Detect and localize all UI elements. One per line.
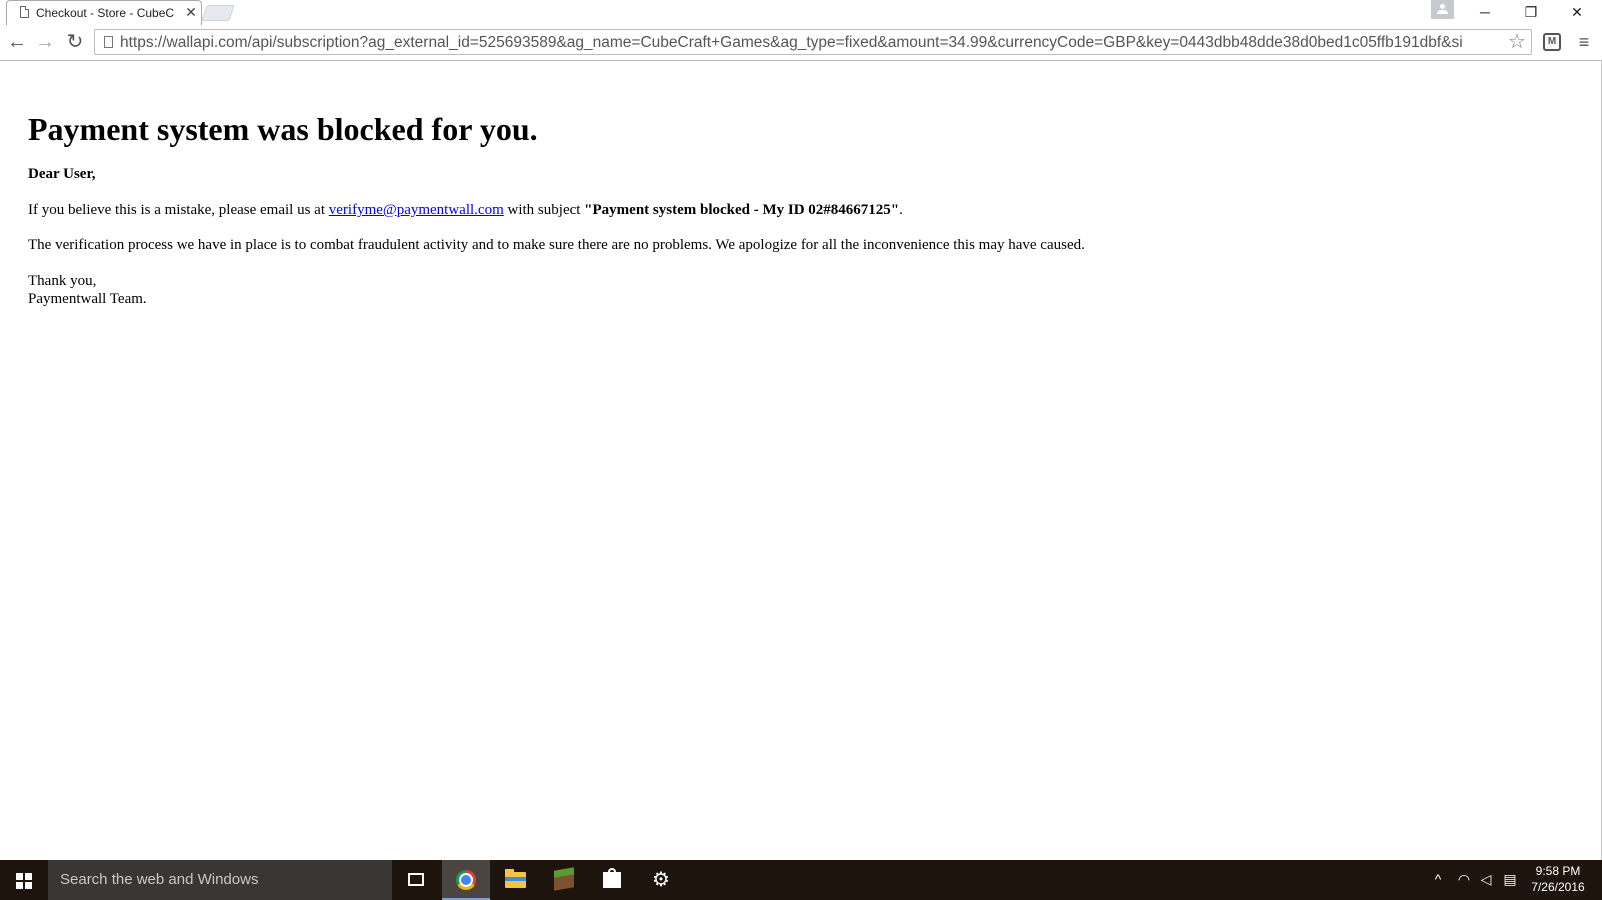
restore-button[interactable]: ❐ <box>1508 0 1554 25</box>
closing-signature: Paymentwall Team. <box>28 291 147 307</box>
clock-date: 7/26/2016 <box>1531 880 1585 894</box>
task-view-button[interactable] <box>392 860 440 900</box>
steam-button[interactable]: ⚙ <box>637 860 685 900</box>
page-icon <box>104 36 113 48</box>
contact-prefix: If you believe this is a mistake, please… <box>28 202 329 218</box>
store-button[interactable] <box>588 860 636 900</box>
volume-icon[interactable]: ◁ <box>1475 871 1497 888</box>
close-window-button[interactable]: ✕ <box>1554 0 1600 25</box>
new-tab-button[interactable] <box>201 5 235 21</box>
closing-thanks: Thank you, <box>28 273 97 289</box>
system-clock[interactable]: 9:58 PM 7/26/2016 <box>1526 863 1590 895</box>
wifi-icon[interactable]: ◠ <box>1453 871 1475 888</box>
profile-button[interactable] <box>1431 0 1454 19</box>
steam-icon: ⚙ <box>652 869 670 891</box>
chrome-taskbar-button[interactable] <box>442 860 490 900</box>
chevron-up-icon[interactable]: ^ <box>1427 871 1449 887</box>
contact-suffix: . <box>899 202 903 218</box>
contact-paragraph: If you believe this is a mistake, please… <box>28 201 903 219</box>
minecraft-button[interactable] <box>540 860 588 900</box>
page-viewport: Payment system was blocked for you. Dear… <box>0 61 1602 860</box>
verification-paragraph: The verification process we have in plac… <box>28 237 1085 253</box>
extension-icon[interactable]: M <box>1543 33 1561 51</box>
contact-middle: with subject <box>503 202 585 218</box>
folder-icon <box>505 869 526 888</box>
greeting: Dear User, <box>28 165 96 183</box>
start-button[interactable] <box>0 860 48 900</box>
chrome-icon <box>456 870 476 890</box>
file-explorer-button[interactable] <box>491 860 539 900</box>
store-icon <box>603 868 621 888</box>
menu-icon[interactable]: ≡ <box>1573 31 1595 53</box>
notifications-icon[interactable]: ▤ <box>1499 871 1521 888</box>
windows-logo-icon <box>16 873 32 889</box>
task-view-icon <box>408 873 424 886</box>
tab-title: Checkout - Store - CubeC <box>36 6 175 20</box>
url-text[interactable]: https://wallapi.com/api/subscription?ag_… <box>120 33 1500 53</box>
page-title: Payment system was blocked for you. <box>28 111 538 147</box>
grass-block-icon <box>554 867 574 891</box>
browser-tab[interactable]: Checkout - Store - CubeC ✕ <box>6 0 202 25</box>
back-button[interactable]: ← <box>5 31 29 55</box>
greeting-text: Dear User, <box>28 166 96 182</box>
minimize-button[interactable]: ─ <box>1462 0 1508 25</box>
clock-time: 9:58 PM <box>1535 864 1581 878</box>
address-bar[interactable]: https://wallapi.com/api/subscription?ag_… <box>94 29 1532 55</box>
taskbar: Search the web and Windows ⚙ ^ ◠ ◁ ▤ 9:5… <box>0 860 1602 900</box>
taskbar-search-box[interactable]: Search the web and Windows <box>48 860 392 900</box>
user-icon <box>1440 4 1445 9</box>
reload-button[interactable]: ↻ <box>63 31 87 55</box>
forward-button[interactable]: → <box>33 31 57 55</box>
page-icon <box>20 6 29 18</box>
tab-strip: Checkout - Store - CubeC ✕ ─ ❐ ✕ <box>0 0 1602 25</box>
browser-toolbar: ← → ↻ https://wallapi.com/api/subscripti… <box>0 25 1602 61</box>
bookmark-star-icon[interactable]: ☆ <box>1507 31 1527 53</box>
email-link[interactable]: verifyme@paymentwall.com <box>329 202 504 218</box>
email-subject: "Payment system blocked - My ID 02#84667… <box>584 202 900 218</box>
tab-close-icon[interactable]: ✕ <box>184 5 198 19</box>
search-placeholder: Search the web and Windows <box>60 871 259 888</box>
